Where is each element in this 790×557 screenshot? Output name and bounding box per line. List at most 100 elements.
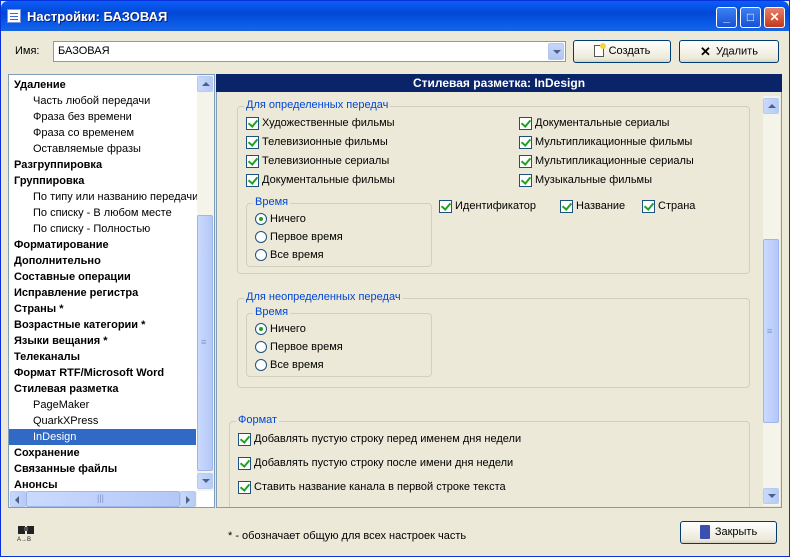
scroll-down-button[interactable]: [197, 473, 213, 489]
tree-item[interactable]: Связанные файлы: [14, 461, 117, 477]
tree-item[interactable]: Телеканалы: [14, 349, 80, 365]
radio-time-all[interactable]: Все время: [255, 359, 324, 373]
tree-item[interactable]: Оставляемые фразы: [33, 141, 141, 157]
grip-icon: ≡: [767, 326, 773, 336]
checkbox-label: Страна: [658, 200, 696, 212]
checkbox-blank-before-weekday[interactable]: Добавлять пустую строку перед именем дня…: [238, 433, 521, 447]
checkbox-music-films[interactable]: Музыкальные фильмы: [519, 174, 652, 188]
close-button-label: Закрыть: [714, 526, 758, 538]
binoculars-icon[interactable]: A→B: [16, 523, 40, 543]
tree-item[interactable]: Группировка: [14, 173, 84, 189]
tree-item[interactable]: Сохранение: [14, 445, 80, 461]
tree-item[interactable]: Исправление регистра: [14, 285, 138, 301]
tree-item-selected[interactable]: InDesign: [9, 429, 196, 445]
tree-item[interactable]: Дополнительно: [14, 253, 101, 269]
checkbox-label: Телевизионные сериалы: [262, 155, 390, 167]
radio-time-none[interactable]: Ничего: [255, 323, 306, 337]
radio-icon: [255, 341, 267, 353]
checkbox-identifier[interactable]: Идентификатор: [439, 200, 536, 214]
tree-item[interactable]: Формат RTF/Microsoft Word: [14, 365, 164, 381]
tree-item[interactable]: Составные операции: [14, 269, 131, 285]
tree-item[interactable]: По списку - В любом месте: [33, 205, 172, 221]
tree-item[interactable]: Форматирование: [14, 237, 109, 253]
svg-text:A→B: A→B: [17, 537, 31, 543]
tree-item[interactable]: Возрастные категории *: [14, 317, 145, 333]
checkbox-channel-first-line[interactable]: Ставить название канала в первой строке …: [238, 481, 506, 495]
close-button[interactable]: Закрыть: [680, 521, 777, 544]
checkbox-checked-icon: [246, 155, 259, 168]
checkbox-tv-series[interactable]: Телевизионные сериалы: [246, 155, 389, 169]
tree-item[interactable]: Фраза со временем: [33, 125, 134, 141]
scroll-up-button[interactable]: [763, 98, 779, 114]
radio-time-all[interactable]: Все время: [255, 249, 324, 263]
radio-icon: [255, 249, 267, 261]
checkbox-documentary-films[interactable]: Документальные фильмы: [246, 174, 395, 188]
panel-header: Стилевая разметка: InDesign: [216, 74, 782, 92]
scroll-left-button[interactable]: [10, 491, 26, 507]
minimize-button[interactable]: _: [716, 7, 737, 28]
close-window-button[interactable]: ✕: [764, 7, 785, 28]
checkbox-label: Мультипликационные сериалы: [535, 155, 694, 167]
scroll-right-button[interactable]: [180, 491, 196, 507]
tree-item[interactable]: Страны *: [14, 301, 64, 317]
checkbox-animated-series[interactable]: Мультипликационные сериалы: [519, 155, 694, 169]
group-title: Для определенных передач: [244, 99, 391, 111]
create-button-label: Создать: [608, 45, 651, 57]
checkbox-title[interactable]: Название: [560, 200, 625, 214]
tree-item[interactable]: Разгруппировка: [14, 157, 102, 173]
checkbox-label: Телевизионные фильмы: [262, 136, 388, 148]
radio-icon: [255, 231, 267, 243]
settings-tree[interactable]: Удаление Часть любой передачи Фраза без …: [8, 74, 215, 508]
new-document-icon: [593, 43, 606, 58]
checkbox-checked-icon: [246, 136, 259, 149]
tree-item[interactable]: QuarkXPress: [33, 413, 98, 429]
chevron-down-icon[interactable]: [548, 43, 564, 60]
checkbox-country[interactable]: Страна: [642, 200, 695, 214]
name-label: Имя:: [15, 45, 40, 57]
checkbox-label: Название: [576, 200, 626, 212]
tree-item[interactable]: Часть любой передачи: [33, 93, 150, 109]
tree-item[interactable]: По типу или названию передачи: [33, 189, 198, 205]
delete-button[interactable]: ✕ Удалить: [679, 40, 779, 63]
name-combobox[interactable]: БАЗОВАЯ: [53, 41, 566, 62]
undefined-programs-group: Для неопределенных передач Время Ничего …: [237, 291, 750, 388]
checkbox-checked-icon: [246, 174, 259, 187]
radio-time-none[interactable]: Ничего: [255, 213, 306, 227]
grip-icon: |||: [97, 493, 105, 503]
tree-item[interactable]: Языки вещания *: [14, 333, 108, 349]
tree-vertical-scrollbar[interactable]: ≡: [197, 75, 214, 491]
radio-time-first[interactable]: Первое время: [255, 231, 343, 245]
footer-note: * - обозначает общую для всех настроек ч…: [228, 530, 467, 542]
tree-item[interactable]: PageMaker: [33, 397, 89, 413]
title-bar[interactable]: Настройки: БАЗОВАЯ _ □ ✕: [1, 1, 789, 31]
tree-item[interactable]: Фраза без времени: [33, 109, 132, 125]
checkbox-checked-icon: [519, 174, 532, 187]
checkbox-label: Ставить название канала в первой строке …: [254, 481, 506, 493]
checkbox-checked-icon: [519, 136, 532, 149]
radio-label: Все время: [270, 249, 324, 261]
radio-icon: [255, 359, 267, 371]
settings-window: Настройки: БАЗОВАЯ _ □ ✕ Имя: БАЗОВАЯ Со…: [0, 0, 790, 557]
radio-time-first[interactable]: Первое время: [255, 341, 343, 355]
group-title: Для неопределенных передач: [244, 291, 403, 303]
checkbox-feature-films[interactable]: Художественные фильмы: [246, 117, 395, 131]
checkbox-documentary-series[interactable]: Документальные сериалы: [519, 117, 669, 131]
maximize-button[interactable]: □: [740, 7, 761, 28]
scroll-up-button[interactable]: [197, 76, 213, 92]
group-title: Формат: [236, 414, 280, 426]
tree-horizontal-scrollbar[interactable]: |||: [9, 491, 197, 507]
panel-vertical-scrollbar[interactable]: ≡: [763, 96, 780, 506]
tree-item[interactable]: По списку - Полностью: [33, 221, 150, 237]
checkbox-checked-icon: [519, 117, 532, 130]
checkbox-tv-films[interactable]: Телевизионные фильмы: [246, 136, 388, 150]
checkbox-checked-icon: [519, 155, 532, 168]
checkbox-animated-films[interactable]: Мультипликационные фильмы: [519, 136, 692, 150]
create-button[interactable]: Создать: [573, 40, 671, 63]
checkbox-blank-after-weekday[interactable]: Добавлять пустую строку после имени дня …: [238, 457, 513, 471]
scroll-down-button[interactable]: [763, 488, 779, 504]
tree-item[interactable]: Стилевая разметка: [14, 381, 119, 397]
tree-item[interactable]: Удаление: [14, 77, 66, 93]
delete-x-icon: ✕: [700, 44, 711, 59]
radio-label: Ничего: [270, 213, 306, 225]
radio-selected-icon: [255, 213, 267, 225]
